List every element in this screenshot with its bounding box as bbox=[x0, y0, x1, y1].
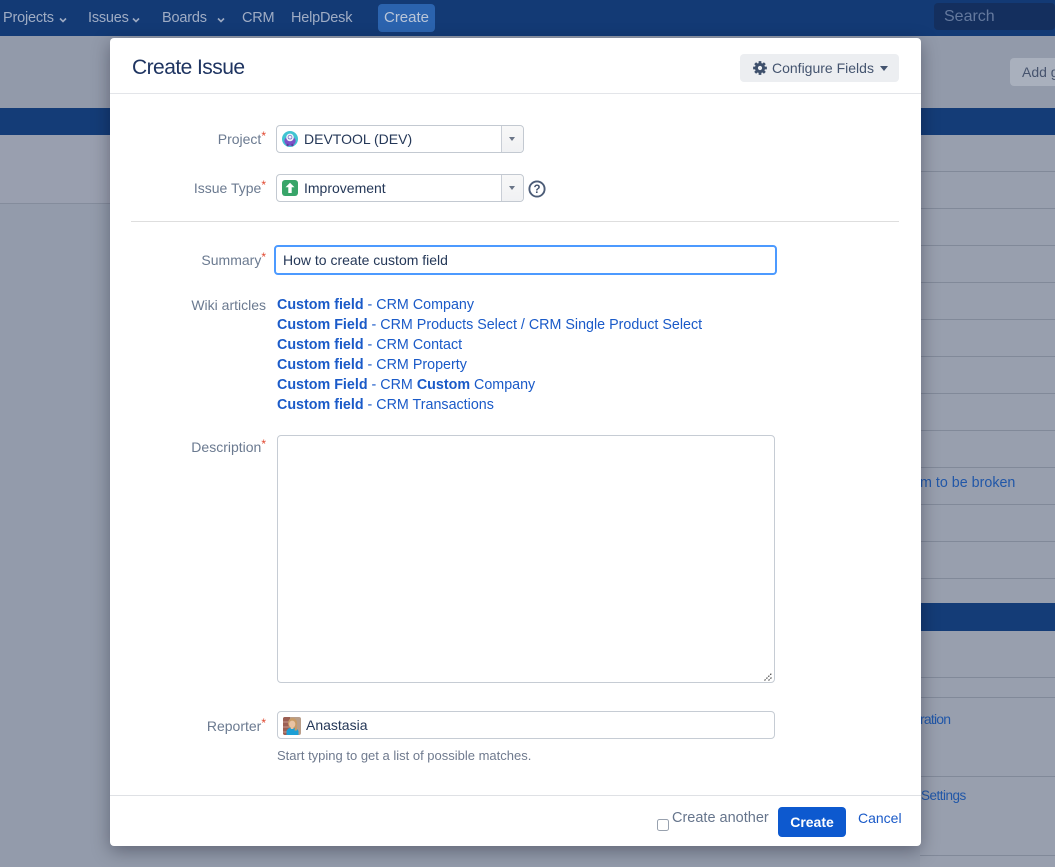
svg-text:?: ? bbox=[533, 184, 540, 196]
